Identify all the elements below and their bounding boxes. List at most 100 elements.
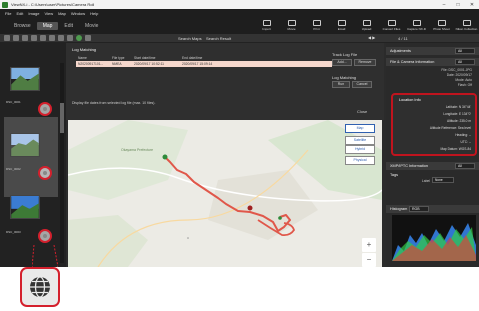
tab-edit[interactable]: Edit [58,22,79,30]
grid-view-icon[interactable] [4,35,10,41]
log-matching-globe-icon[interactable] [76,35,82,41]
search-result-label: Search Result [206,36,232,41]
rotate-left-icon[interactable] [13,35,19,41]
cell-start: 2020/09/17 10:52:11 [134,62,165,66]
settings-icon[interactable] [85,35,91,41]
search-icon[interactable] [67,35,73,41]
cell-type: NMEA [112,62,122,66]
scrollbar-thumb[interactable] [60,103,64,133]
movie-button[interactable]: Movie [279,17,304,34]
image-pager: 4 / 11 [398,36,408,41]
application-window: ViewNX-i - C:\Users\user\Pictures\Camera… [0,0,479,267]
map-type-hybrid-button[interactable]: Hybrid [345,145,375,154]
run-button[interactable]: Run [332,81,350,88]
print-button[interactable]: Print [304,17,329,34]
globe-icon-callout [20,267,60,307]
heading-row: Heading: -- [455,133,471,137]
map-type-map-button[interactable]: Map [345,124,375,133]
col-file-type[interactable]: File type [112,56,134,60]
thumbnail-3[interactable] [10,195,40,219]
photo-shoot-button[interactable]: Photo Shoot [429,17,454,34]
map-view[interactable]: Okayama Prefecture Map Satellite Hybrid … [68,120,382,267]
tab-movie[interactable]: Movie [79,22,104,30]
search-maps-label[interactable]: Search Maps [178,36,202,41]
import-button[interactable]: Import [254,17,279,34]
map-type-physical-button[interactable]: Physical [345,156,375,165]
maximize-button[interactable]: □ [451,2,465,8]
location-info-title: Location Info [399,98,421,102]
title-bar: ViewNX-i - C:\Users\user\Pictures\Camera… [0,0,479,9]
xmp-dropdown[interactable]: All [455,163,475,169]
altitude-label: Altitude: [447,119,459,123]
map-canvas[interactable] [68,120,382,267]
upload-button[interactable]: Upload [354,17,379,34]
cancel-button[interactable]: Cancel [352,81,372,88]
cell-name: N20200917101... [78,62,104,66]
close-log-panel-button[interactable]: Close [357,109,367,114]
nikon-collection-button[interactable]: Nikon Collection [454,17,479,34]
menu-help[interactable]: Help [90,11,98,16]
histogram-label: Histogram [390,207,408,211]
col-name[interactable]: Name [76,56,112,60]
menu-view[interactable]: View [44,11,53,16]
tag-icon[interactable] [58,35,64,41]
thumbnail-1[interactable] [10,67,40,91]
menu-edit[interactable]: Edit [16,11,23,16]
file-info-dropdown[interactable]: All [455,59,475,65]
minimize-button[interactable]: – [437,2,451,8]
menu-file[interactable]: File [5,11,11,16]
globe-icon [30,276,50,298]
menu-bar: File Edit Image View Map Window Help [0,9,479,17]
menu-map[interactable]: Map [58,11,66,16]
menu-window[interactable]: Window [71,11,85,16]
histogram-header[interactable]: Histogram RGB [386,205,479,213]
compare-icon[interactable] [31,35,37,41]
pin-icon[interactable] [49,35,55,41]
view-tool-icons [4,35,94,41]
adjustments-dropdown[interactable]: All [455,48,475,54]
thumbnail-2-label: DSC_0002 [6,167,21,171]
tab-browse[interactable]: Browse [8,22,37,30]
capture-nx-button[interactable]: Capture NX-D [404,17,429,34]
fullscreen-icon[interactable] [40,35,46,41]
add-log-button[interactable]: Add... [332,59,352,66]
location-badge-1 [38,102,52,116]
col-end[interactable]: End date/time [182,56,242,60]
map-place-label: Okayama Prefecture [121,148,154,152]
menu-image[interactable]: Image [28,11,39,16]
photo-shoot-icon [437,20,446,26]
utc-row: UTC: -- [461,140,471,144]
convert-files-icon [387,20,396,26]
latitude-label: Latitude: [445,105,458,109]
file-info-header[interactable]: File & Camera Information All [386,58,479,66]
zoom-in-button[interactable]: + [362,238,376,252]
log-matching-panel: Log Matching Name File type Start date/t… [66,43,384,120]
nikon-collection-label: Nikon Collection [455,27,478,31]
xmp-label: XMP/IPTC Information [390,164,428,168]
close-button[interactable]: ✕ [465,2,479,8]
remove-log-button[interactable]: Remove [354,59,376,66]
secondary-toolbar: Search Maps Search Result ◀ ▶ 4 / 11 [0,34,479,43]
zoom-out-button[interactable]: − [362,253,376,267]
tab-map[interactable]: Map [36,22,59,30]
xmp-header[interactable]: XMP/IPTC Information All [386,162,479,170]
map-type-satellite-button[interactable]: Satellite [345,136,375,145]
col-start[interactable]: Start date/time [134,56,182,60]
mode-toolbar: Browse Map Edit Movie Import Movie Print… [0,17,479,34]
file-info-line-3: Mode: Auto [455,78,472,82]
nav-arrows-icon[interactable]: ◀ ▶ [368,35,375,40]
thumbnail-2[interactable] [10,133,40,157]
table-row[interactable]: N20200917101... NMEA 2020/09/17 10:52:11… [76,61,332,67]
tags-label-select[interactable]: None [432,177,454,183]
file-info-line-2: Date: 2020/09/17 [446,73,472,77]
histogram-channel-dropdown[interactable]: RGB [409,206,429,212]
convert-files-button[interactable]: Convert Files [379,17,404,34]
filmstrip-scrollbar[interactable] [60,63,64,263]
email-button[interactable]: Email [329,17,354,34]
cell-end: 2020/09/17 15:09:14 [182,62,213,66]
adjustments-header[interactable]: Adjustments All [386,47,479,55]
display-note: Display file dates from selected log fil… [72,101,156,105]
upload-icon [362,20,371,26]
rotate-right-icon[interactable] [22,35,28,41]
longitude-row: Longitude: E 134°0' [443,112,471,116]
